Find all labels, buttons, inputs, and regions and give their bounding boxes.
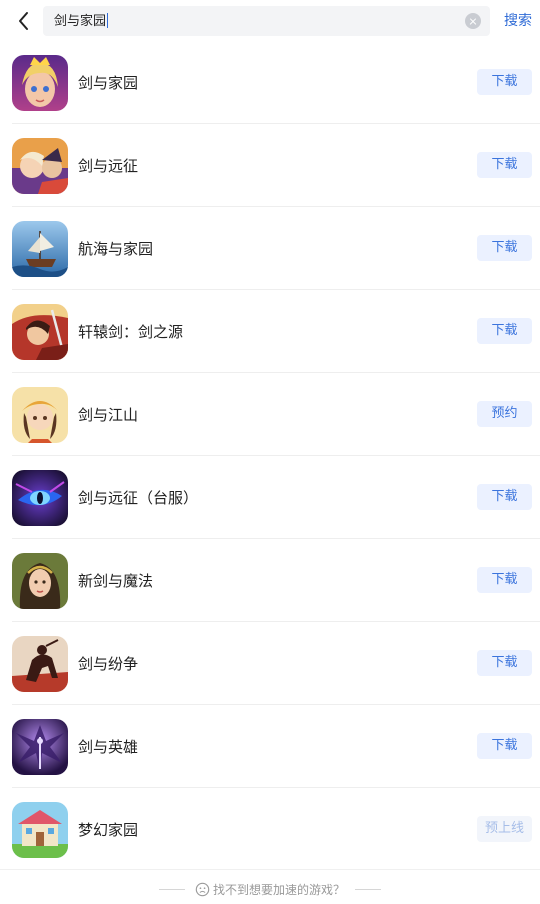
top-bar: 剑与家园 搜索 — [0, 0, 540, 44]
game-name: 梦幻家园 — [78, 821, 139, 839]
search-box[interactable]: 剑与家园 — [43, 6, 490, 36]
game-name: 新剑与魔法 — [78, 572, 154, 590]
game-icon-hang-hai-yu-jia-yuan — [12, 221, 68, 277]
reserve-button[interactable]: 预约 — [477, 401, 532, 427]
download-button[interactable]: 下载 — [477, 650, 532, 676]
result-list: 剑与家园 下载 剑与远征 下载 航海与家园 下载 轩辕剑：剑之源 下载 剑与江山… — [0, 41, 540, 871]
feedback-link[interactable]: 找不到想要加速的游戏？ — [0, 882, 540, 898]
text-caret — [107, 13, 109, 28]
list-item[interactable]: 剑与远征 下载 — [0, 124, 540, 207]
list-item[interactable]: 新剑与魔法 下载 — [0, 539, 540, 622]
list-item[interactable]: 轩辕剑：剑之源 下载 — [0, 290, 540, 373]
download-button[interactable]: 下载 — [477, 152, 532, 178]
sad-face-icon — [195, 882, 210, 897]
footer-line-right — [354, 889, 381, 890]
game-name: 轩辕剑：剑之源 — [78, 323, 184, 341]
list-item[interactable]: 剑与英雄 下载 — [0, 705, 540, 788]
game-name: 剑与纷争 — [78, 655, 139, 673]
game-icon-xin-jian-yu-mo-fa — [12, 553, 68, 609]
game-name: 剑与远征（台服） — [78, 489, 199, 507]
download-button[interactable]: 下载 — [477, 567, 532, 593]
game-name: 航海与家园 — [78, 240, 154, 258]
list-item[interactable]: 梦幻家园 预上线 — [0, 788, 540, 871]
download-button[interactable]: 下载 — [477, 69, 532, 95]
game-icon-jian-yu-yuan-zheng-tai-fu — [12, 470, 68, 526]
clear-icon[interactable] — [465, 13, 481, 29]
download-button[interactable]: 下载 — [477, 484, 532, 510]
footer-text: 找不到想要加速的游戏？ — [212, 883, 345, 897]
download-button[interactable]: 下载 — [477, 733, 532, 759]
list-item[interactable]: 剑与远征（台服） 下载 — [0, 456, 540, 539]
game-icon-jian-yu-ying-xiong — [12, 719, 68, 775]
chevron-left-icon — [19, 12, 28, 30]
game-name: 剑与英雄 — [78, 738, 139, 756]
back-button[interactable] — [12, 9, 36, 33]
list-item[interactable]: 剑与纷争 下载 — [0, 622, 540, 705]
search-input[interactable]: 剑与家园 — [54, 13, 109, 30]
game-name: 剑与远征 — [78, 157, 139, 175]
download-button[interactable]: 下载 — [477, 235, 532, 261]
list-item[interactable]: 剑与江山 预约 — [0, 373, 540, 456]
download-button[interactable]: 下载 — [477, 318, 532, 344]
search-button[interactable]: 搜索 — [504, 12, 532, 30]
game-icon-jian-yu-fen-zheng — [12, 636, 68, 692]
footer-line-left — [159, 889, 186, 890]
game-icon-jian-yu-jia-yuan — [12, 55, 68, 111]
footer: 找不到想要加速的游戏？ — [0, 869, 540, 904]
game-icon-meng-huan-jia-yuan — [12, 802, 68, 858]
game-name: 剑与江山 — [78, 406, 139, 424]
list-item[interactable]: 剑与家园 下载 — [0, 41, 540, 124]
game-icon-xuan-yuan-jian — [12, 304, 68, 360]
list-item[interactable]: 航海与家园 下载 — [0, 207, 540, 290]
game-icon-jian-yu-yuan-zheng — [12, 138, 68, 194]
game-icon-jian-yu-jiang-shan — [12, 387, 68, 443]
game-name: 剑与家园 — [78, 74, 139, 92]
pre-launch-button: 预上线 — [477, 816, 532, 842]
